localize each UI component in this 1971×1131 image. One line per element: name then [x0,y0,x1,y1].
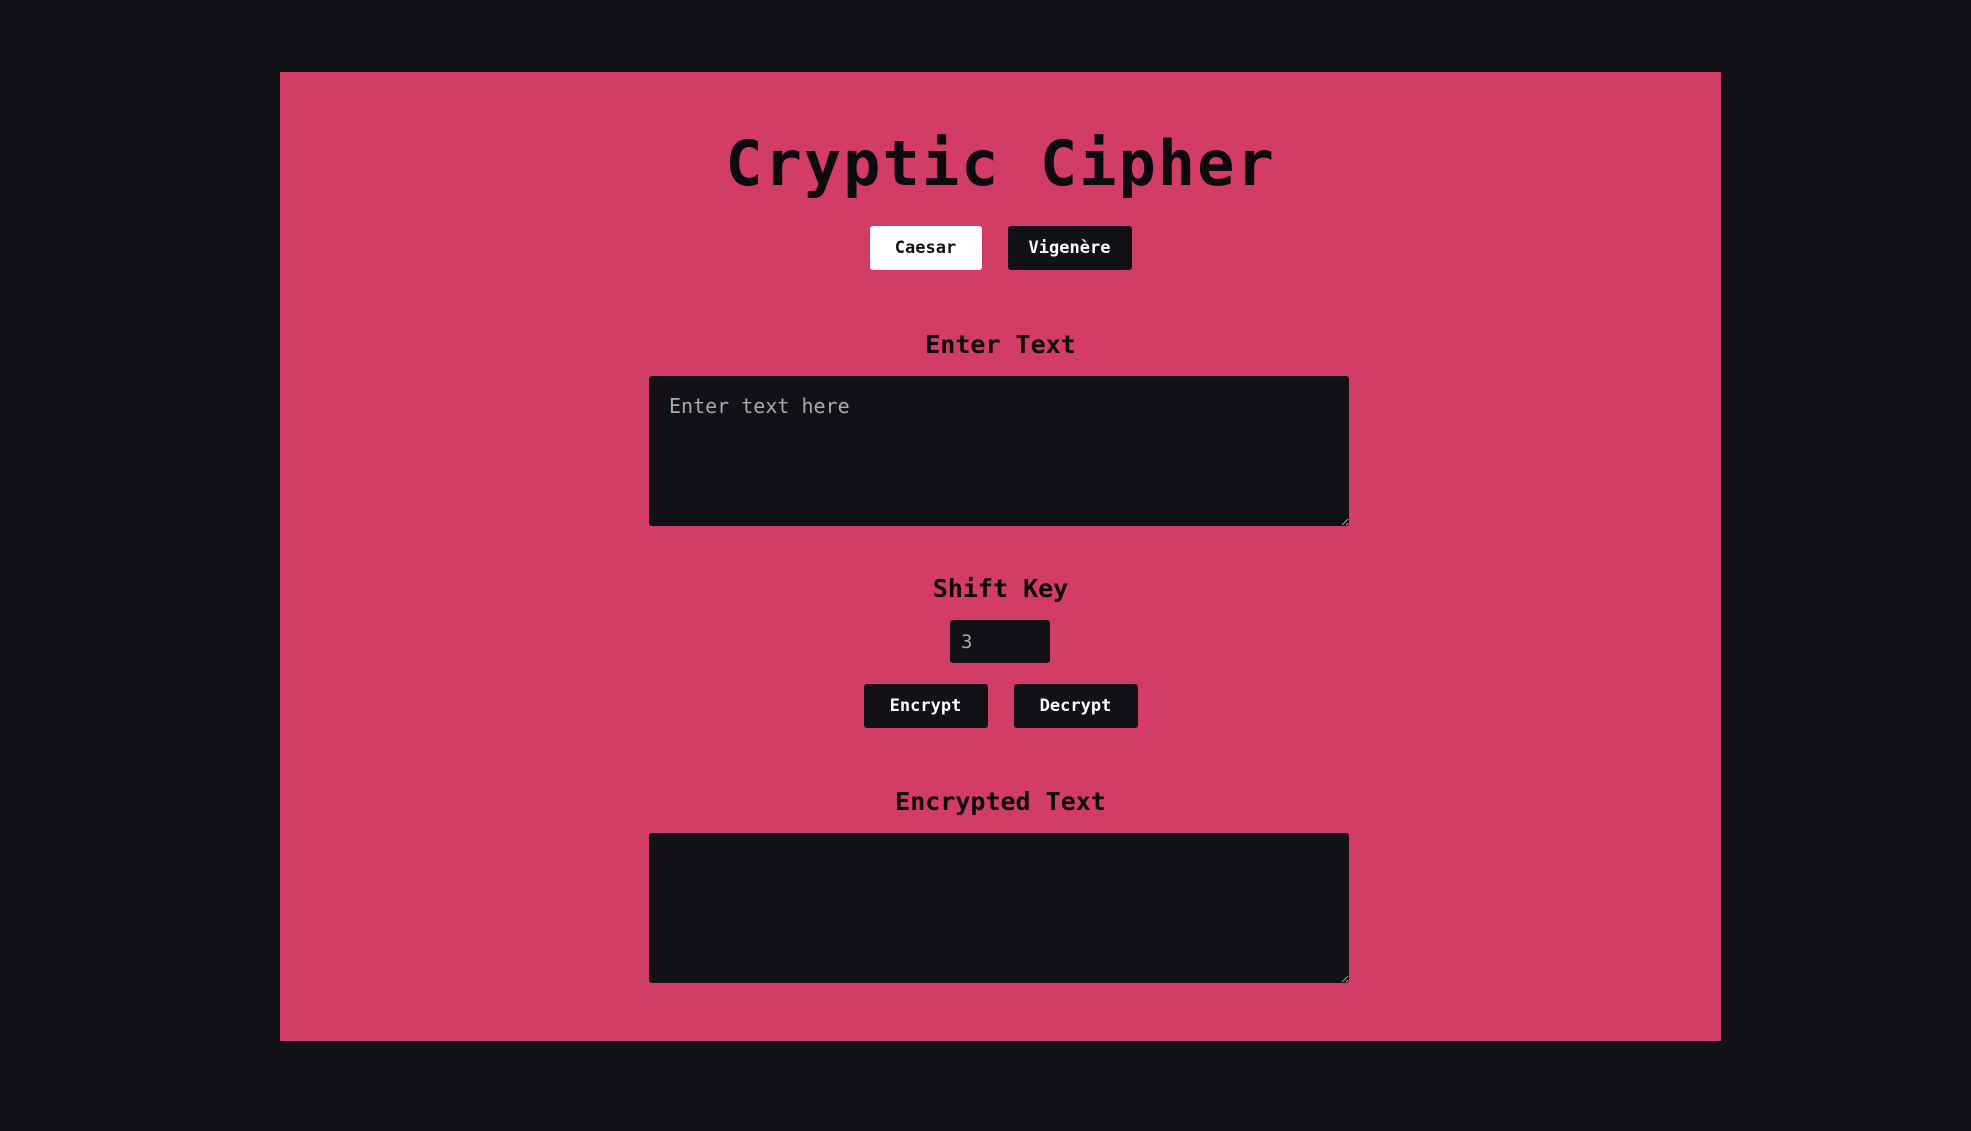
cipher-panel: Cryptic Cipher Caesar Vigenère Enter Tex… [280,72,1721,1041]
input-text-area[interactable] [649,376,1349,526]
vigenere-mode-button[interactable]: Vigenère [1007,226,1132,270]
decrypt-button[interactable]: Decrypt [1013,684,1138,728]
shift-key-input[interactable] [950,620,1050,663]
action-buttons: Encrypt Decrypt [280,684,1721,728]
caesar-mode-button[interactable]: Caesar [869,226,982,270]
input-text-label: Enter Text [925,330,1076,359]
page-title: Cryptic Cipher [725,127,1276,200]
output-text-label: Encrypted Text [895,787,1106,816]
cipher-mode-selector: Caesar Vigenère [280,226,1721,270]
encrypt-button[interactable]: Encrypt [863,684,988,728]
shift-key-label: Shift Key [932,574,1069,603]
output-text-area[interactable] [649,833,1349,983]
